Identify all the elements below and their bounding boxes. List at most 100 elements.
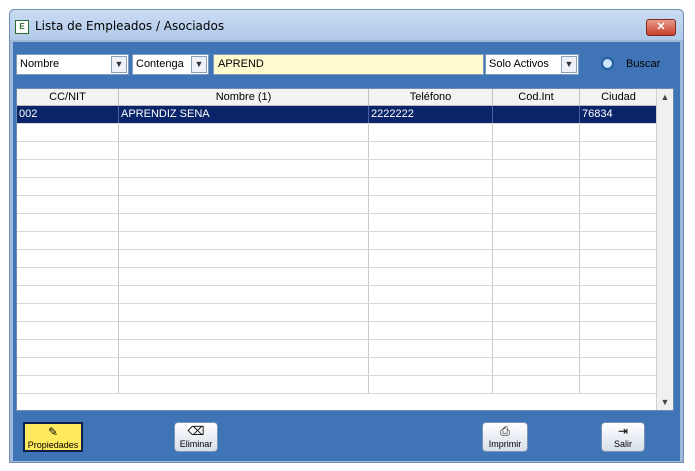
status-select[interactable]: Solo Activos ▼ xyxy=(485,54,579,75)
properties-button[interactable]: ✎ Propiedades xyxy=(23,422,83,452)
cell-telefono xyxy=(369,160,493,177)
print-button[interactable]: ⎙ Imprimir xyxy=(482,422,528,452)
cell-ccnit xyxy=(17,376,119,393)
cell-ciudad xyxy=(580,268,658,285)
exit-button[interactable]: ⇥ Salir xyxy=(601,422,645,452)
cell-ccnit xyxy=(17,358,119,375)
cell-telefono xyxy=(369,214,493,231)
employees-grid[interactable]: CC/NIT Nombre (1) Teléfono Cod.Int Ciuda… xyxy=(16,88,674,411)
table-row[interactable] xyxy=(17,268,658,286)
column-header-ccnit[interactable]: CC/NIT xyxy=(17,89,119,105)
delete-button-label: Eliminar xyxy=(179,439,213,449)
table-row[interactable] xyxy=(17,124,658,142)
exit-icon: ⇥ xyxy=(617,424,629,438)
cell-codint xyxy=(493,178,580,195)
cell-nombre xyxy=(119,214,369,231)
cell-ccnit xyxy=(17,196,119,213)
cell-ccnit xyxy=(17,250,119,267)
cell-ciudad xyxy=(580,304,658,321)
vertical-scrollbar[interactable]: ▲ ▼ xyxy=(656,89,673,410)
cell-ciudad xyxy=(580,358,658,375)
table-row[interactable] xyxy=(17,178,658,196)
search-input[interactable]: APREND xyxy=(213,54,484,75)
cell-telefono xyxy=(369,178,493,195)
app-icon: E xyxy=(15,20,29,34)
column-header-nombre[interactable]: Nombre (1) xyxy=(119,89,369,105)
cell-ccnit: 002 xyxy=(17,106,119,123)
cell-codint xyxy=(493,196,580,213)
cell-ccnit xyxy=(17,214,119,231)
cell-ciudad xyxy=(580,232,658,249)
column-header-telefono[interactable]: Teléfono xyxy=(369,89,493,105)
table-row[interactable] xyxy=(17,142,658,160)
cell-codint xyxy=(493,142,580,159)
table-row[interactable] xyxy=(17,160,658,178)
search-button[interactable]: Buscar xyxy=(598,54,678,75)
cell-nombre xyxy=(119,178,369,195)
cell-telefono: 2222222 xyxy=(369,106,493,123)
cell-telefono xyxy=(369,124,493,141)
cell-ccnit xyxy=(17,322,119,339)
table-row[interactable] xyxy=(17,232,658,250)
cell-ciudad xyxy=(580,196,658,213)
table-row[interactable] xyxy=(17,196,658,214)
chevron-down-icon[interactable]: ▼ xyxy=(561,56,577,73)
cell-ciudad xyxy=(580,160,658,177)
table-row[interactable] xyxy=(17,340,658,358)
cell-ccnit xyxy=(17,304,119,321)
delete-button[interactable]: ⌫ Eliminar xyxy=(174,422,218,452)
operator-select[interactable]: Contenga ▼ xyxy=(132,54,209,75)
cell-nombre xyxy=(119,268,369,285)
cell-codint xyxy=(493,124,580,141)
cell-codint xyxy=(493,268,580,285)
exit-button-label: Salir xyxy=(613,439,632,449)
table-row[interactable]: 002 APRENDIZ SENA 2222222 76834 xyxy=(17,106,658,124)
cell-telefono xyxy=(369,304,493,321)
main-window: E Lista de Empleados / Asociados ✕ Nombr… xyxy=(9,9,684,463)
status-select-value: Solo Activos xyxy=(489,58,549,70)
table-row[interactable] xyxy=(17,304,658,322)
cell-ciudad: 76834 xyxy=(580,106,658,123)
cell-nombre xyxy=(119,358,369,375)
table-row[interactable] xyxy=(17,286,658,304)
cell-nombre xyxy=(119,340,369,357)
title-bar[interactable]: E Lista de Empleados / Asociados ✕ xyxy=(10,10,683,40)
cell-nombre xyxy=(119,232,369,249)
table-row[interactable] xyxy=(17,214,658,232)
cell-codint xyxy=(493,160,580,177)
cell-nombre xyxy=(119,142,369,159)
cell-ciudad xyxy=(580,214,658,231)
cell-codint xyxy=(493,232,580,249)
cell-codint xyxy=(493,376,580,393)
table-row[interactable] xyxy=(17,322,658,340)
bottom-toolbar: ✎ Propiedades ⌫ Eliminar ⎙ Imprimir ⇥ Sa… xyxy=(13,413,680,461)
cell-ccnit xyxy=(17,268,119,285)
cell-ciudad xyxy=(580,250,658,267)
column-header-ciudad[interactable]: Ciudad xyxy=(580,89,658,105)
table-row[interactable] xyxy=(17,358,658,376)
cell-codint xyxy=(493,106,580,123)
cell-nombre xyxy=(119,124,369,141)
cell-codint xyxy=(493,286,580,303)
cell-ccnit xyxy=(17,178,119,195)
cell-telefono xyxy=(369,286,493,303)
cell-nombre xyxy=(119,322,369,339)
scroll-up-icon[interactable]: ▲ xyxy=(657,89,673,105)
cell-ccnit xyxy=(17,286,119,303)
cell-codint xyxy=(493,214,580,231)
printer-icon: ⎙ xyxy=(500,424,510,438)
scroll-down-icon[interactable]: ▼ xyxy=(657,394,673,410)
column-header-codint[interactable]: Cod.Int xyxy=(493,89,580,105)
search-icon xyxy=(601,57,614,70)
chevron-down-icon[interactable]: ▼ xyxy=(191,56,207,73)
table-row[interactable] xyxy=(17,376,658,394)
field-select[interactable]: Nombre ▼ xyxy=(16,54,129,75)
cell-nombre xyxy=(119,286,369,303)
cell-nombre xyxy=(119,304,369,321)
close-button[interactable]: ✕ xyxy=(646,19,676,36)
table-row[interactable] xyxy=(17,250,658,268)
content-panel: Nombre ▼ Contenga ▼ APREND Solo Activos … xyxy=(13,42,680,461)
chevron-down-icon[interactable]: ▼ xyxy=(111,56,127,73)
window-title: Lista de Empleados / Asociados xyxy=(35,19,225,33)
cell-telefono xyxy=(369,250,493,267)
